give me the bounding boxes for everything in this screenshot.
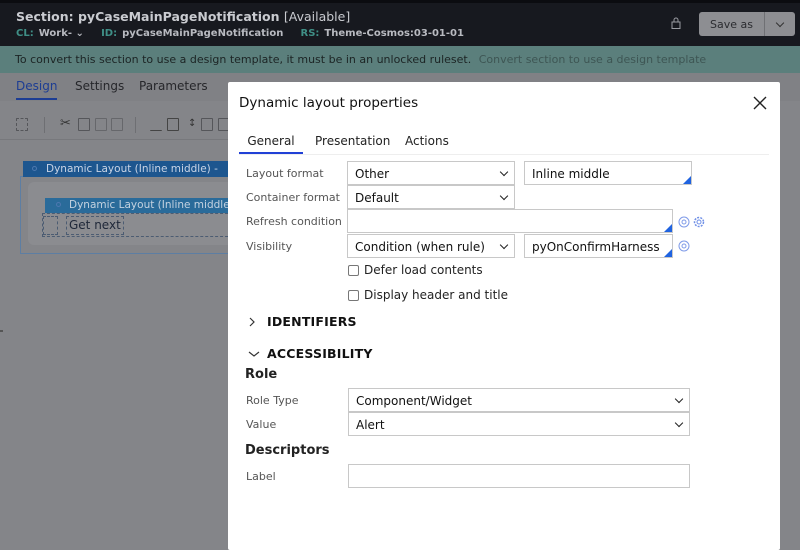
layout-format-custom-value: Inline middle [532, 167, 610, 181]
chevron-down-icon [674, 394, 684, 404]
design-toolbar: ✂ ↕ [0, 108, 230, 140]
defer-load-label: Defer load contents [364, 263, 483, 277]
refresh-condition-label: Refresh condition [246, 215, 342, 228]
layout-handle-icon [56, 202, 61, 207]
inner-dynamic-layout-header[interactable]: Dynamic Layout (Inline middle) - [45, 198, 241, 213]
role-value-select[interactable]: Alert [348, 412, 690, 436]
dialog-title: Dynamic layout properties [239, 95, 419, 111]
accessibility-section-toggle[interactable]: ACCESSIBILITY [248, 346, 373, 361]
delete-icon[interactable] [111, 118, 123, 131]
id-value: pyCaseMainPageNotification [122, 28, 284, 39]
rule-title: Section: pyCaseMainPageNotification [Ava… [16, 9, 350, 24]
descriptor-label-input[interactable] [348, 464, 690, 488]
defer-load-checkbox[interactable] [348, 265, 359, 276]
tab-parameters[interactable]: Parameters [139, 79, 208, 93]
display-header-label: Display header and title [364, 288, 508, 302]
autocomplete-icon [664, 224, 672, 232]
target-icon[interactable] [677, 239, 691, 253]
role-value-value: Alert [356, 418, 385, 432]
rs-label: RS: [300, 28, 320, 39]
container-format-value: Default [355, 191, 399, 205]
close-icon[interactable] [753, 96, 767, 110]
identifiers-label: IDENTIFIERS [267, 314, 357, 329]
divider [239, 154, 769, 155]
layout-format-value: Other [355, 167, 390, 181]
display-header-checkbox[interactable] [348, 290, 359, 301]
layout-format-select[interactable]: Other [347, 161, 515, 185]
convert-section-link[interactable]: Convert section to use a design template [479, 53, 707, 66]
save-as-button-group: Save as [699, 12, 795, 36]
outer-dynamic-layout-header[interactable]: Dynamic Layout (Inline middle) - 1 [23, 161, 238, 177]
move-left-icon[interactable] [201, 118, 213, 131]
cut-icon[interactable]: ✂ [60, 116, 71, 131]
tab-actions[interactable]: Actions [405, 134, 449, 148]
rule-meta: CL: Work- ⌄ ID: pyCaseMainPageNotification… [16, 28, 478, 39]
identifiers-section-toggle[interactable]: IDENTIFIERS [248, 314, 357, 329]
info-banner: To convert this section to use a design … [0, 46, 800, 73]
cl-value-text: Work- [38, 28, 72, 39]
visibility-value: Condition (when rule) [355, 240, 485, 254]
chevron-down-icon [499, 167, 509, 177]
chevron-down-icon [499, 240, 509, 250]
inner-layout-label: Dynamic Layout (Inline middle) - [69, 199, 241, 211]
tab-settings[interactable]: Settings [75, 79, 124, 93]
descriptors-heading: Descriptors [245, 443, 330, 458]
banner-text: To convert this section to use a design … [15, 53, 472, 66]
role-heading: Role [245, 367, 278, 382]
accessibility-label: ACCESSIBILITY [267, 346, 373, 361]
insert-row-icon[interactable] [150, 118, 162, 131]
chevron-down-icon [248, 351, 260, 357]
dynamic-layout-properties-dialog: Dynamic layout properties General Presen… [228, 82, 780, 550]
cl-label: CL: [16, 28, 34, 39]
save-as-button[interactable]: Save as [699, 12, 765, 36]
cl-value[interactable]: Work- ⌄ [39, 28, 84, 39]
distribute-icon[interactable]: ↕ [188, 118, 196, 129]
layout-format-custom-input[interactable]: Inline middle [524, 161, 692, 185]
target-icon[interactable] [677, 215, 691, 229]
autocomplete-icon [683, 176, 691, 184]
gear-icon[interactable] [692, 215, 706, 229]
outer-layout-label: Dynamic Layout (Inline middle) - [46, 163, 218, 175]
visibility-condition-value: pyOnConfirmHarness [532, 240, 660, 254]
value-label: Value [246, 418, 277, 431]
role-type-label: Role Type [246, 394, 299, 407]
insert-column-icon[interactable] [167, 118, 179, 131]
chevron-right-icon [249, 317, 255, 327]
layout-icon[interactable] [16, 118, 28, 131]
role-type-select[interactable]: Component/Widget [348, 388, 690, 412]
rs-value: Theme-Cosmos:03-01-01 [324, 28, 464, 39]
id-label: ID: [101, 28, 118, 39]
visibility-select[interactable]: Condition (when rule) [347, 234, 515, 258]
container-format-select[interactable]: Default [347, 185, 515, 209]
divider [0, 330, 3, 332]
chevron-down-icon [499, 191, 509, 201]
container-format-label: Container format [246, 191, 340, 204]
tab-design[interactable]: Design [16, 79, 58, 100]
chevron-down-icon [775, 18, 785, 27]
save-as-dropdown-button[interactable] [765, 12, 795, 36]
layout-format-label: Layout format [246, 167, 324, 180]
lock-icon [671, 17, 681, 29]
layout-handle-icon [32, 166, 37, 171]
refresh-condition-input[interactable] [347, 209, 673, 233]
autocomplete-icon [664, 249, 672, 257]
tab-general[interactable]: General [239, 134, 303, 154]
descriptor-label-label: Label [246, 470, 276, 483]
tab-presentation[interactable]: Presentation [315, 134, 390, 148]
rule-status: [Available] [283, 9, 351, 24]
chevron-down-icon: ⌄ [75, 28, 84, 39]
empty-cell[interactable] [43, 216, 58, 235]
visibility-label: Visibility [246, 240, 293, 253]
chevron-down-icon [674, 418, 684, 428]
add-icon[interactable] [78, 118, 90, 131]
get-next-button[interactable]: Get next [66, 216, 124, 235]
clipboard-icon[interactable] [95, 118, 107, 131]
rule-title-text: Section: pyCaseMainPageNotification [16, 9, 280, 24]
role-type-value: Component/Widget [356, 394, 472, 408]
visibility-condition-input[interactable]: pyOnConfirmHarness [524, 234, 673, 258]
